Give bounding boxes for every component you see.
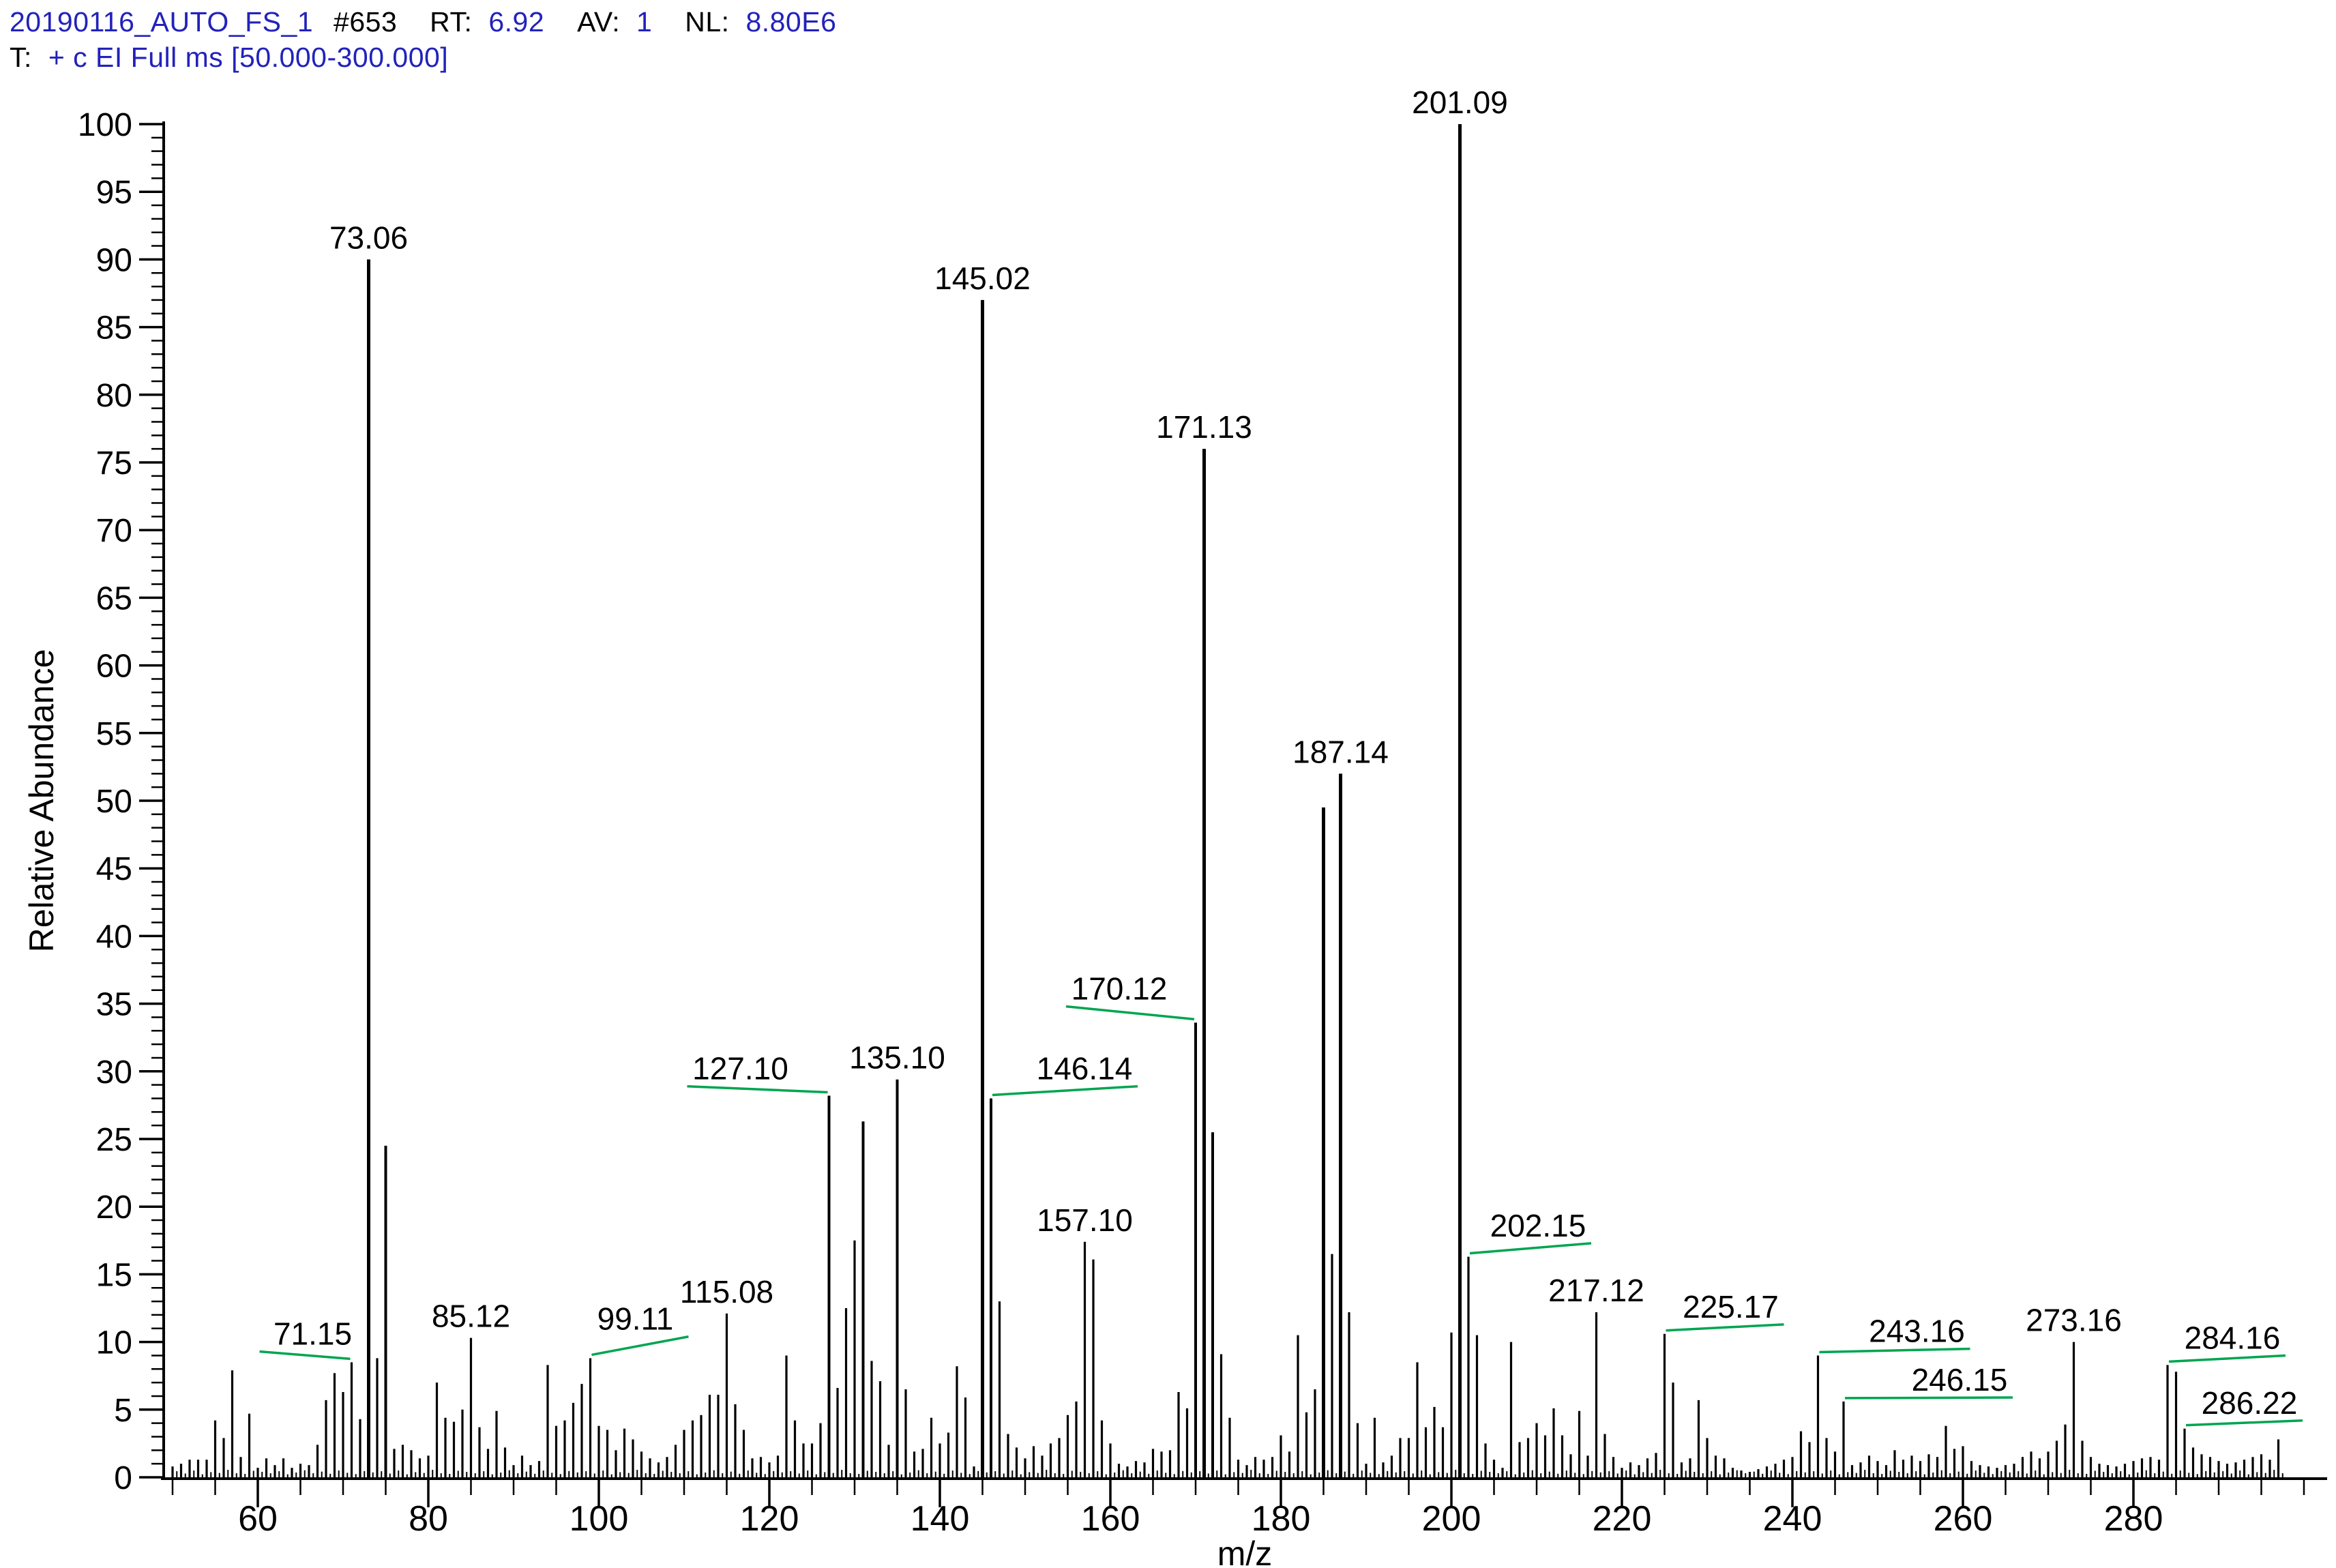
annotation-bracket-71.15 [260,1352,351,1359]
peak-label-187.14: 187.14 [1292,734,1389,769]
mass-spectrum-page: { "header": { "line1": { "file": "201901… [0,0,2336,1568]
svg-text:35: 35 [96,987,132,1023]
peak-label-273.16: 273.16 [2026,1303,2122,1338]
svg-text:80: 80 [96,378,132,414]
annotation-bracket-284.16 [2169,1356,2286,1362]
svg-text:120: 120 [740,1499,799,1539]
x-axis-title: m/z [1217,1535,1273,1568]
svg-text:100: 100 [570,1499,629,1539]
peak-label-202.15: 202.15 [1490,1208,1586,1243]
peak-label-246.15: 246.15 [1912,1362,2008,1397]
peak-label-146.14: 146.14 [1037,1051,1133,1086]
y-axis-title: Relative Abundance [23,649,61,953]
peak-label-284.16: 284.16 [2185,1320,2281,1356]
svg-text:50: 50 [96,784,132,820]
svg-text:240: 240 [1763,1499,1822,1539]
peak-label-171.13: 171.13 [1156,409,1252,445]
svg-text:90: 90 [96,242,132,278]
peak-label-217.12: 217.12 [1548,1273,1644,1308]
peak-label-73.06: 73.06 [329,220,408,255]
svg-text:5: 5 [114,1393,132,1429]
peak-label-71.15: 71.15 [273,1316,352,1352]
peak-label-225.17: 225.17 [1683,1289,1779,1325]
svg-text:70: 70 [96,513,132,549]
svg-text:55: 55 [96,716,132,752]
svg-text:80: 80 [409,1499,448,1539]
svg-text:20: 20 [96,1189,132,1226]
annotation-bracket-246.15 [1845,1397,2013,1398]
axes [161,121,2327,1479]
svg-text:220: 220 [1593,1499,1652,1539]
y-axis-tick-labels: 0 5 10 15 20 25 30 35 40 45 50 55 60 65 70 75 80 85 90 95 10… [78,107,132,1496]
svg-text:140: 140 [911,1499,970,1539]
peak-labels-bracketed: 71.15 99.11 127.10 146.14 170.12 202.15 225.17… [260,971,2303,1425]
svg-text:30: 30 [96,1054,132,1091]
svg-text:15: 15 [96,1257,132,1293]
peak-labels-direct: 73.06 85.12 115.08 135.10 145.02 157.10 171.13… [329,85,2122,1338]
svg-text:180: 180 [1252,1499,1311,1539]
svg-text:40: 40 [96,919,132,955]
svg-text:260: 260 [1934,1499,1993,1539]
svg-text:60: 60 [96,649,132,685]
svg-text:75: 75 [96,445,132,482]
peak-label-115.08: 115.08 [680,1274,773,1310]
svg-text:10: 10 [96,1325,132,1361]
annotation-bracket-286.22 [2186,1421,2303,1425]
peak-label-135.10: 135.10 [849,1040,945,1076]
svg-text:100: 100 [78,107,132,143]
svg-text:0: 0 [114,1460,132,1496]
peak-label-85.12: 85.12 [432,1299,510,1334]
annotation-bracket-99.11 [592,1337,689,1355]
annotation-bracket-202.15 [1470,1243,1591,1254]
peak-label-99.11: 99.11 [597,1301,674,1337]
svg-text:45: 45 [96,851,132,887]
peak-lines [173,124,2279,1477]
svg-text:60: 60 [238,1499,278,1539]
peak-label-127.10: 127.10 [692,1051,788,1086]
svg-text:160: 160 [1081,1499,1140,1539]
peak-label-243.16: 243.16 [1869,1314,1965,1349]
spectrum-plot: 0 5 10 15 20 25 30 35 40 45 50 55 60 65 70 75 80 85 90 95 10… [0,0,2336,1568]
svg-text:95: 95 [96,175,132,211]
annotation-bracket-225.17 [1666,1325,1784,1331]
svg-text:280: 280 [2104,1499,2163,1539]
svg-text:85: 85 [96,310,132,346]
annotation-bracket-127.10 [688,1086,828,1093]
annotation-bracket-170.12 [1066,1007,1194,1020]
svg-text:65: 65 [96,580,132,617]
y-axis-ticks [139,124,164,1477]
peak-label-170.12: 170.12 [1071,971,1168,1007]
peak-label-286.22: 286.22 [2202,1385,2298,1421]
svg-text:25: 25 [96,1122,132,1158]
peak-label-145.02: 145.02 [934,261,1031,296]
peak-label-201.09: 201.09 [1412,85,1508,120]
annotation-bracket-146.14 [992,1086,1138,1095]
x-axis-tick-labels: 60 80 100 120 140 160 180 200 220 240 260 280 [238,1499,2163,1539]
peak-label-157.10: 157.10 [1037,1202,1133,1238]
annotation-bracket-243.16 [1820,1349,1970,1352]
svg-text:200: 200 [1422,1499,1481,1539]
